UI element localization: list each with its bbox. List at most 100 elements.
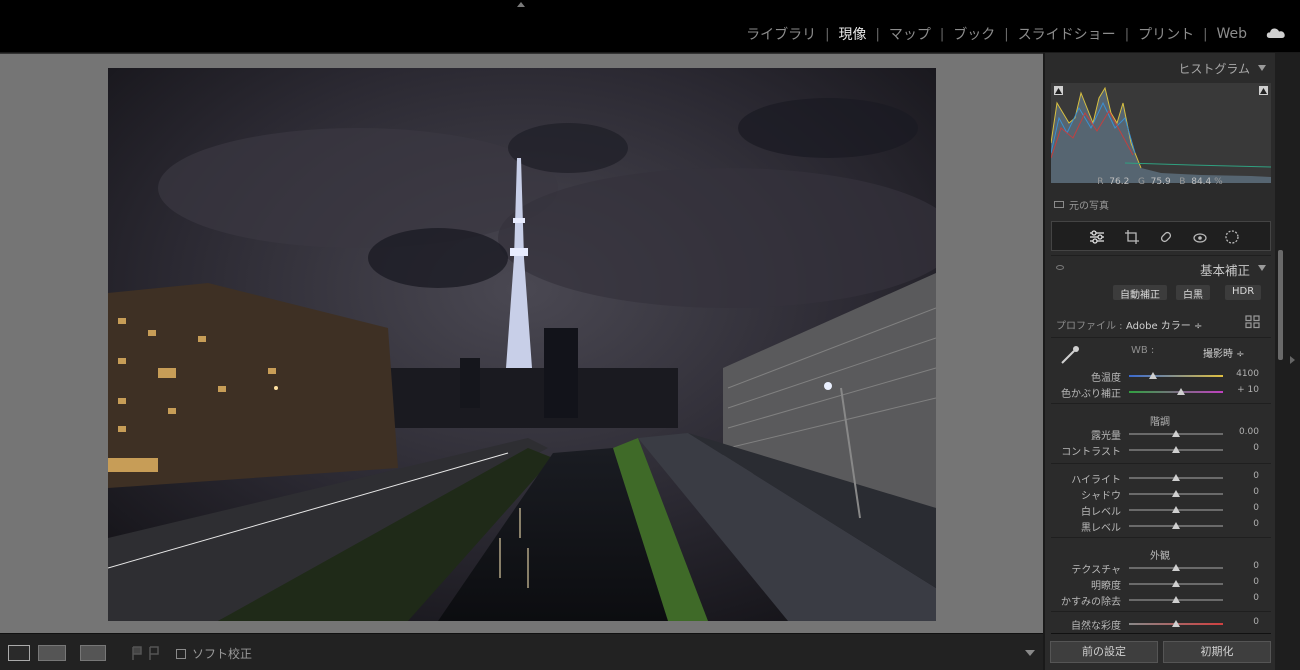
profile-select[interactable]: Adobe カラー ÷ [1126, 317, 1202, 332]
wb-select[interactable]: 撮影時 ÷ [1203, 345, 1245, 360]
slider-track[interactable] [1129, 474, 1223, 481]
slider-value[interactable]: 0 [1253, 471, 1259, 481]
histogram-graph [1050, 86, 1272, 183]
slider-thumb[interactable] [1172, 430, 1180, 437]
basic-panel-title: 基本補正 [1199, 263, 1250, 278]
slider-thumb[interactable] [1172, 596, 1180, 603]
slider-thumb[interactable] [1172, 564, 1180, 571]
b-value: 84.4 [1191, 177, 1212, 187]
photo-preview[interactable] [108, 68, 936, 621]
hdr-button[interactable]: HDR [1225, 285, 1262, 300]
cloud-sync-icon[interactable] [1266, 27, 1286, 39]
tool-strip [1051, 221, 1271, 251]
black-white-button[interactable]: 白黒 [1176, 285, 1210, 301]
tone-section-label: 階調 [1150, 417, 1170, 428]
slider-value[interactable]: 0 [1253, 487, 1259, 497]
slider-thumb[interactable] [1172, 490, 1180, 497]
collapse-triangle-icon[interactable] [1258, 65, 1266, 71]
slider-track[interactable] [1129, 372, 1223, 379]
g-value: 75.9 [1150, 177, 1171, 187]
slider-track[interactable] [1129, 522, 1223, 529]
slider-row: 白レベル 0 [1045, 503, 1275, 518]
crop-icon[interactable] [1124, 229, 1140, 245]
module-slideshow[interactable]: スライドショー [1009, 24, 1125, 44]
slider-thumb[interactable] [1172, 620, 1180, 627]
divider [1051, 463, 1271, 464]
slider-track[interactable] [1129, 580, 1223, 587]
auto-button[interactable]: 自動補正 [1113, 285, 1167, 301]
soft-proof-checkbox[interactable] [176, 648, 186, 659]
original-photo-icon [1054, 201, 1064, 208]
slider-value[interactable]: 0 [1253, 519, 1259, 529]
slider-thumb[interactable] [1172, 446, 1180, 453]
slider-value[interactable]: 0 [1253, 443, 1259, 453]
module-map[interactable]: マップ [880, 24, 940, 44]
slider-thumb[interactable] [1176, 388, 1185, 395]
red-eye-icon[interactable] [1192, 229, 1208, 245]
masking-icon[interactable] [1224, 229, 1240, 245]
healing-bandage-icon[interactable] [1158, 229, 1174, 245]
slider-thumb[interactable] [1172, 506, 1180, 513]
divider [1051, 611, 1271, 612]
slider-value[interactable]: 0 [1253, 577, 1259, 587]
slider-track[interactable] [1129, 596, 1223, 603]
slider-thumb[interactable] [1148, 372, 1157, 379]
slider-label: 色かぶり補正 [1061, 389, 1121, 400]
slider-row: シャドウ 0 [1045, 487, 1275, 502]
slider-track[interactable] [1129, 506, 1223, 513]
module-print[interactable]: プリント [1129, 24, 1203, 44]
soft-proof-toggle[interactable]: ソフト校正 [176, 645, 252, 662]
slider-thumb[interactable] [1172, 474, 1180, 481]
white-balance-picker-icon[interactable] [1059, 344, 1081, 366]
slider-value[interactable]: 0.00 [1239, 427, 1259, 437]
module-web[interactable]: Web [1207, 26, 1256, 42]
reset-button[interactable]: 初期化 [1163, 641, 1271, 663]
slider-value[interactable]: + 10 [1237, 385, 1259, 395]
slider-track[interactable] [1129, 388, 1223, 395]
panel-scrollbar[interactable] [1278, 250, 1283, 360]
collapse-right-panel-icon[interactable] [1290, 356, 1295, 364]
slider-label: 露光量 [1091, 431, 1121, 442]
profile-label: プロファイル : [1056, 321, 1123, 332]
slider-row: 自然な彩度 0 [1045, 617, 1275, 632]
before-after-view-icon[interactable] [38, 645, 66, 661]
bottom-toolbar: ソフト校正 [0, 633, 1043, 670]
slider-thumb[interactable] [1172, 522, 1180, 529]
slider-value[interactable]: 4100 [1236, 369, 1259, 379]
slider-track[interactable] [1129, 490, 1223, 497]
slider-value[interactable]: 0 [1253, 503, 1259, 513]
slider-value[interactable]: 0 [1253, 593, 1259, 603]
slider-track[interactable] [1129, 620, 1223, 627]
soft-proof-label: ソフト校正 [192, 647, 253, 661]
slider-value[interactable]: 0 [1253, 617, 1259, 627]
panel-visibility-eye-icon[interactable] [1056, 265, 1064, 270]
collapse-triangle-icon[interactable] [1258, 265, 1266, 271]
profile-browser-grid-icon[interactable] [1245, 315, 1261, 329]
before-after-split-icon[interactable] [80, 645, 106, 661]
original-photo-label: 元の写真 [1069, 201, 1109, 212]
slider-label: 黒レベル [1081, 523, 1121, 534]
basic-panel-header[interactable]: 基本補正 [1050, 255, 1272, 279]
collapse-top-panel-icon[interactable] [517, 2, 525, 7]
module-book[interactable]: ブック [944, 24, 1004, 44]
percent-sign: % [1214, 177, 1223, 187]
histogram-header[interactable]: ヒストグラム [1050, 55, 1272, 79]
toolbar-dropdown-icon[interactable] [1025, 650, 1035, 656]
flag-icons[interactable] [130, 645, 162, 661]
original-photo-toggle[interactable]: 元の写真 [1054, 197, 1109, 212]
histogram-title: ヒストグラム [1178, 62, 1250, 76]
slider-thumb[interactable] [1172, 580, 1180, 587]
slider-track[interactable] [1129, 430, 1223, 437]
slider-track[interactable] [1129, 446, 1223, 453]
slider-label: テクスチャ [1071, 565, 1121, 576]
loupe-view-icon[interactable] [8, 645, 30, 661]
slider-value[interactable]: 0 [1253, 561, 1259, 571]
module-library[interactable]: ライブラリ [737, 24, 825, 44]
b-label: B [1179, 177, 1186, 187]
edit-sliders-icon[interactable] [1089, 229, 1105, 245]
module-develop[interactable]: 現像 [830, 24, 876, 44]
slider-track[interactable] [1129, 564, 1223, 571]
divider [1051, 537, 1271, 538]
slider-row: 露光量 0.00 [1045, 427, 1275, 442]
previous-settings-button[interactable]: 前の設定 [1050, 641, 1158, 663]
